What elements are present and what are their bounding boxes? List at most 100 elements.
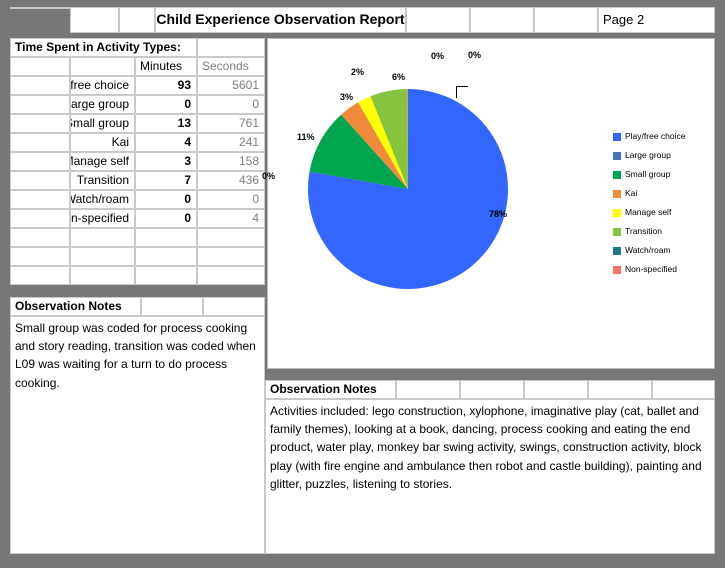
activity-row-seconds: 436 (197, 171, 265, 190)
activity-row-label: Small group (70, 114, 135, 133)
activity-row-minutes: 3 (135, 152, 197, 171)
legend-item[interactable]: Watch/roam (613, 241, 713, 260)
activity-row-5-spacer[interactable] (10, 171, 70, 190)
header-cell-empty-1[interactable] (10, 7, 70, 9)
chart-legend: Play/free choice Large group Small group Ka… (613, 127, 713, 279)
slice-label-manage-self: 2% (351, 67, 365, 77)
activity-table-title-filler[interactable] (197, 38, 265, 57)
activity-blank-cell[interactable] (10, 228, 70, 247)
notes-left-heading: Observation Notes (10, 297, 141, 316)
slice-label-kai: 3% (340, 92, 354, 102)
legend-item[interactable]: Kai (613, 184, 713, 203)
activity-blank-cell[interactable] (10, 247, 70, 266)
legend-item-label: Non-specified (625, 264, 677, 275)
activity-row-3-spacer[interactable] (10, 133, 70, 152)
notes-right-heading-filler-4[interactable] (588, 380, 652, 399)
pie-chart-graphic: 78% 0% 11% 3% 2% 6% 0% 0% (262, 39, 608, 370)
slice-label-watch-roam: 0% (431, 51, 445, 61)
activity-col-header-seconds: Seconds (197, 57, 265, 76)
activity-row-4-spacer[interactable] (10, 152, 70, 171)
pie-svg (308, 89, 509, 289)
activity-row-label: Non-specified (70, 209, 135, 228)
legend-item-label: Small group (625, 169, 671, 180)
legend-swatch-icon (613, 132, 621, 141)
activity-row-0-spacer[interactable] (10, 76, 70, 95)
activity-blank-cell[interactable] (197, 228, 265, 247)
pie-chart-panel[interactable]: 78% 0% 11% 3% 2% 6% 0% 0% Play/free choi… (262, 38, 715, 370)
activity-col-header-minutes: Minutes (135, 57, 197, 76)
notes-right-body[interactable]: Activities included: lego construction, … (265, 399, 715, 554)
activity-row-seconds: 158 (197, 152, 265, 171)
activity-row-label: Large group (70, 95, 135, 114)
activity-row-label: Watch/roam (70, 190, 135, 209)
header-cell-empty-6[interactable] (534, 7, 598, 33)
slice-label-non-specified: 0% (468, 50, 482, 60)
legend-item[interactable]: Small group (613, 165, 713, 184)
activity-row-1-spacer[interactable] (10, 95, 70, 114)
activity-row-minutes: 93 (135, 76, 197, 95)
legend-swatch-icon (613, 170, 621, 179)
activity-blank-cell[interactable] (135, 247, 197, 266)
notes-right-heading-filler-3[interactable] (524, 380, 588, 399)
header-row: Child Experience Observation Report Page… (10, 7, 715, 33)
header-cell-empty-3[interactable] (119, 7, 155, 33)
notes-right-heading-filler-2[interactable] (460, 380, 524, 399)
activity-col-header-1[interactable] (70, 57, 135, 76)
legend-swatch-icon (613, 265, 621, 274)
activity-row-minutes: 7 (135, 171, 197, 190)
activity-row-2-spacer[interactable] (10, 114, 70, 133)
activity-blank-cell[interactable] (10, 266, 70, 285)
activity-row-seconds: 761 (197, 114, 265, 133)
activity-row-minutes: 0 (135, 209, 197, 228)
activity-blank-cell[interactable] (197, 247, 265, 266)
activity-blank-cell[interactable] (135, 228, 197, 247)
notes-left-heading-filler-2[interactable] (203, 297, 265, 316)
activity-row-seconds: 0 (197, 95, 265, 114)
report-page: Child Experience Observation Report Page… (0, 0, 725, 568)
activity-row-7-spacer[interactable] (10, 209, 70, 228)
activity-row-label: Play/free choice (70, 76, 135, 95)
slice-label-transition: 6% (392, 72, 406, 82)
legend-item[interactable]: Non-specified (613, 260, 713, 279)
legend-item-label: Play/free choice (625, 131, 686, 142)
notes-right-heading: Observation Notes (265, 380, 396, 399)
leader-line-vertical (456, 86, 457, 98)
activity-blank-cell[interactable] (197, 266, 265, 285)
legend-item-label: Manage self (625, 207, 672, 218)
activity-col-header-0[interactable] (10, 57, 70, 76)
slice-label-large-group: 0% (262, 171, 276, 181)
legend-item[interactable]: Transition (613, 222, 713, 241)
notes-right-heading-filler-5[interactable] (652, 380, 715, 399)
activity-blank-cell[interactable] (70, 247, 135, 266)
header-cell-empty-4[interactable] (406, 7, 470, 33)
leader-line-horizontal (456, 86, 468, 87)
notes-left-heading-filler-1[interactable] (141, 297, 203, 316)
activity-row-seconds: 4 (197, 209, 265, 228)
legend-swatch-icon (613, 189, 621, 198)
notes-right-heading-filler-1[interactable] (396, 380, 460, 399)
header-cell-empty-2[interactable] (70, 7, 119, 33)
activity-row-minutes: 0 (135, 95, 197, 114)
activity-row-seconds: 0 (197, 190, 265, 209)
activity-row-seconds: 5601 (197, 76, 265, 95)
activity-blank-cell[interactable] (70, 266, 135, 285)
legend-swatch-icon (613, 227, 621, 236)
activity-row-label: Transition (70, 171, 135, 190)
notes-left-body[interactable]: Small group was coded for process cookin… (10, 316, 265, 554)
activity-blank-cell[interactable] (70, 228, 135, 247)
activity-table-title: Time Spent in Activity Types: (10, 38, 197, 57)
page-number-label: Page 2 (598, 7, 715, 33)
activity-blank-cell[interactable] (135, 266, 197, 285)
legend-item[interactable]: Large group (613, 146, 713, 165)
legend-item[interactable]: Manage self (613, 203, 713, 222)
legend-item-label: Transition (625, 226, 663, 237)
legend-swatch-icon (613, 151, 621, 160)
header-cell-empty-5[interactable] (470, 7, 534, 33)
slice-label-play-free-choice: 78% (489, 209, 508, 219)
activity-row-minutes: 13 (135, 114, 197, 133)
report-title: Child Experience Observation Report (155, 7, 406, 33)
activity-row-6-spacer[interactable] (10, 190, 70, 209)
slice-label-small-group: 11% (297, 132, 315, 142)
activity-row-minutes: 4 (135, 133, 197, 152)
legend-item[interactable]: Play/free choice (613, 127, 713, 146)
